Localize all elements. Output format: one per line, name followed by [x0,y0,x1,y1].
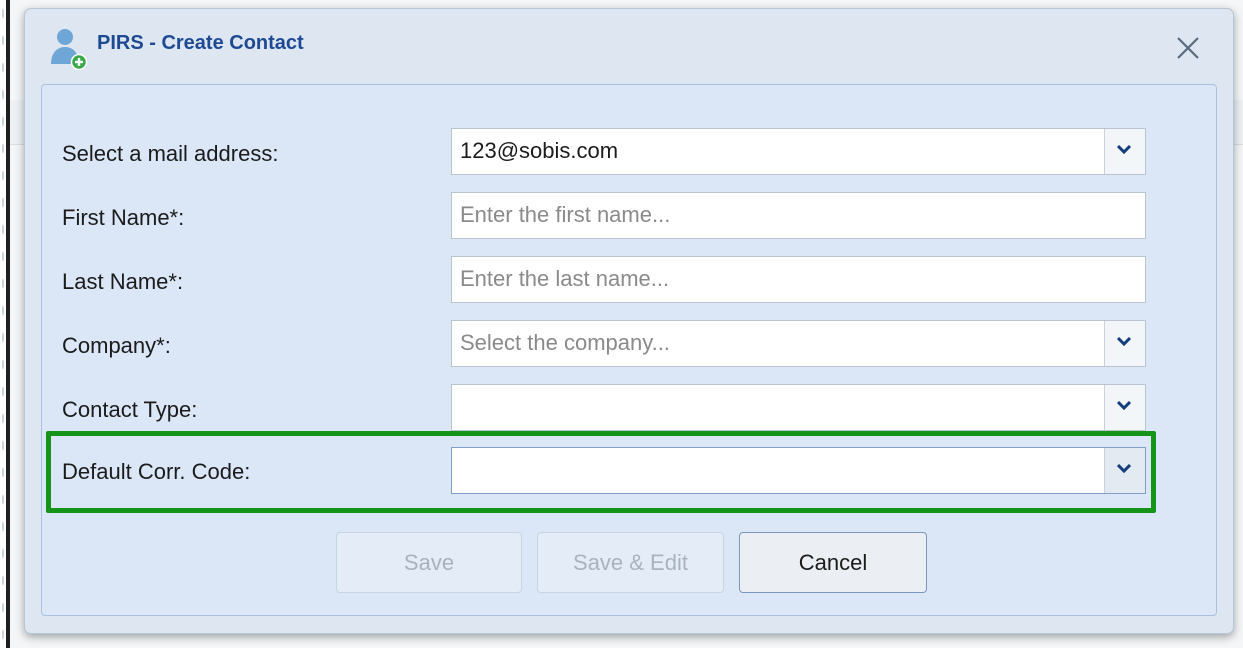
chevron-down-icon [1117,401,1131,411]
last-name-field[interactable]: Enter the last name... [451,256,1146,303]
first-name-placeholder: Enter the first name... [460,202,671,227]
chevron-down-icon [1117,337,1131,347]
company-dropdown-button[interactable] [1104,321,1145,366]
last-name-placeholder: Enter the last name... [460,266,670,291]
contact-type-dropdown-button[interactable] [1104,385,1145,430]
default-corr-code-label: Default Corr. Code: [62,459,251,484]
company-label: Company*: [62,333,171,358]
contact-type-label: Contact Type: [62,397,198,422]
dialog-body: Select a mail address: 123@sobis.com Fir… [41,84,1217,616]
save-button[interactable]: Save [336,532,522,593]
mail-address-select[interactable]: 123@sobis.com [451,128,1146,175]
dialog-title: PIRS - Create Contact [97,32,304,54]
add-contact-icon [49,28,89,71]
first-name-label: First Name*: [62,205,185,230]
create-contact-dialog: PIRS - Create Contact Select a mail addr… [24,8,1234,634]
screen: PIRS - Create Contact Select a mail addr… [0,0,1243,648]
chevron-down-icon [1117,145,1131,155]
dialog-header[interactable]: PIRS - Create Contact [25,9,1233,84]
last-name-label: Last Name*: [62,269,184,294]
default-corr-code-select[interactable] [451,447,1146,494]
mail-address-dropdown-button[interactable] [1104,129,1145,174]
company-placeholder: Select the company... [460,330,670,355]
cancel-button[interactable]: Cancel [739,532,927,593]
background-divider [6,0,10,648]
mail-address-label: Select a mail address: [62,141,279,166]
company-select[interactable]: Select the company... [451,320,1146,367]
default-corr-code-dropdown-button[interactable] [1104,448,1145,493]
contact-type-select[interactable] [451,384,1146,431]
close-icon[interactable] [1175,35,1201,61]
chevron-down-icon [1117,464,1131,474]
mail-address-value: 123@sobis.com [460,138,619,163]
save-edit-button[interactable]: Save & Edit [537,532,724,593]
first-name-field[interactable]: Enter the first name... [451,192,1146,239]
